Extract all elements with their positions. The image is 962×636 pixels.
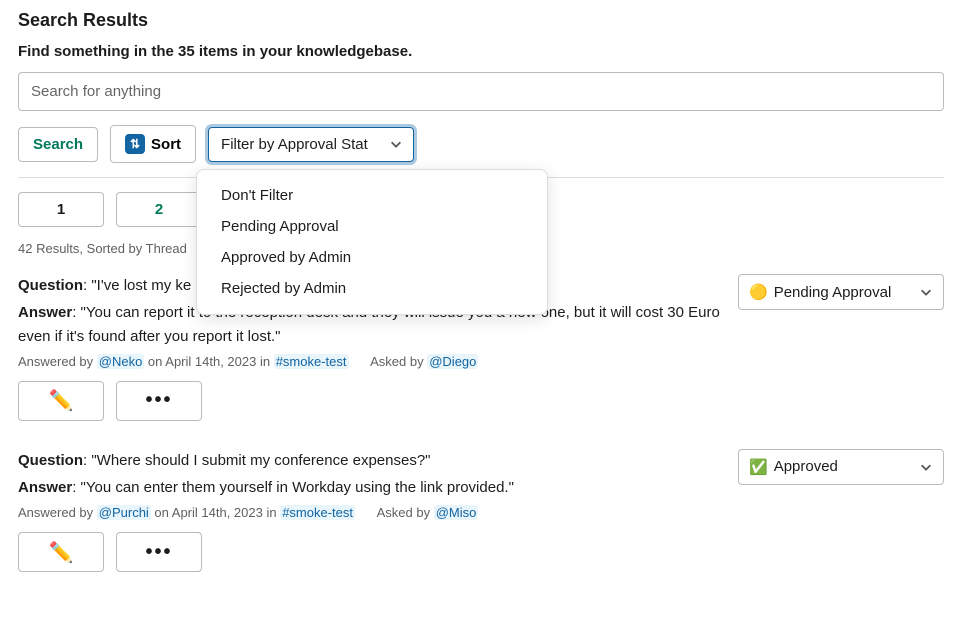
answer-line: Answer: "You can enter them yourself in … <box>18 476 726 499</box>
edit-button[interactable]: ✏️ <box>18 532 104 572</box>
result-item: Question: "Where should I submit my conf… <box>18 449 944 573</box>
status-emoji-icon: ✅ <box>749 458 768 476</box>
more-icon: ••• <box>145 389 172 412</box>
page-title: Search Results <box>18 10 944 31</box>
filter-current-label: Filter by Approval Stat <box>221 136 368 153</box>
asked-by-mention[interactable]: @Miso <box>434 505 479 520</box>
filter-option-dont-filter[interactable]: Don't Filter <box>197 180 547 211</box>
chevron-down-icon <box>919 285 933 299</box>
answered-by-mention[interactable]: @Neko <box>97 354 145 369</box>
more-icon: ••• <box>145 541 172 564</box>
asked-by-mention[interactable]: @Diego <box>427 354 478 369</box>
question-line: Question: "Where should I submit my conf… <box>18 449 726 472</box>
filter-option-approved[interactable]: Approved by Admin <box>197 242 547 273</box>
more-button[interactable]: ••• <box>116 532 202 572</box>
result-meta: Answered by @Purchi on April 14th, 2023 … <box>18 505 726 520</box>
page-2-button[interactable]: 2 <box>116 192 202 227</box>
status-select[interactable]: 🟡 Pending Approval <box>738 274 944 310</box>
answered-by-mention[interactable]: @Purchi <box>97 505 151 520</box>
channel-link[interactable]: #smoke-test <box>280 505 355 520</box>
more-button[interactable]: ••• <box>116 381 202 421</box>
filter-option-pending[interactable]: Pending Approval <box>197 211 547 242</box>
search-input[interactable] <box>18 72 944 111</box>
status-label: Approved <box>774 458 838 475</box>
pencil-icon: ✏️ <box>49 540 74 565</box>
status-select[interactable]: ✅ Approved <box>738 449 944 485</box>
sort-icon: ⇅ <box>125 134 145 154</box>
channel-link[interactable]: #smoke-test <box>274 354 349 369</box>
sort-label: Sort <box>151 136 181 153</box>
toolbar: Search ⇅ Sort Filter by Approval Stat Do… <box>18 125 944 178</box>
filter-approval-select[interactable]: Filter by Approval Stat <box>208 127 414 162</box>
sort-button[interactable]: ⇅ Sort <box>110 125 196 163</box>
status-label: Pending Approval <box>774 284 892 301</box>
chevron-down-icon <box>389 137 403 151</box>
status-emoji-icon: 🟡 <box>749 283 768 301</box>
filter-dropdown: Don't Filter Pending Approval Approved b… <box>196 169 548 315</box>
pencil-icon: ✏️ <box>49 388 74 413</box>
edit-button[interactable]: ✏️ <box>18 381 104 421</box>
result-meta: Answered by @Neko on April 14th, 2023 in… <box>18 354 726 369</box>
chevron-down-icon <box>919 460 933 474</box>
page-subtitle: Find something in the 35 items in your k… <box>18 43 944 60</box>
page-1-button[interactable]: 1 <box>18 192 104 227</box>
search-button[interactable]: Search <box>18 127 98 162</box>
filter-option-rejected[interactable]: Rejected by Admin <box>197 273 547 304</box>
